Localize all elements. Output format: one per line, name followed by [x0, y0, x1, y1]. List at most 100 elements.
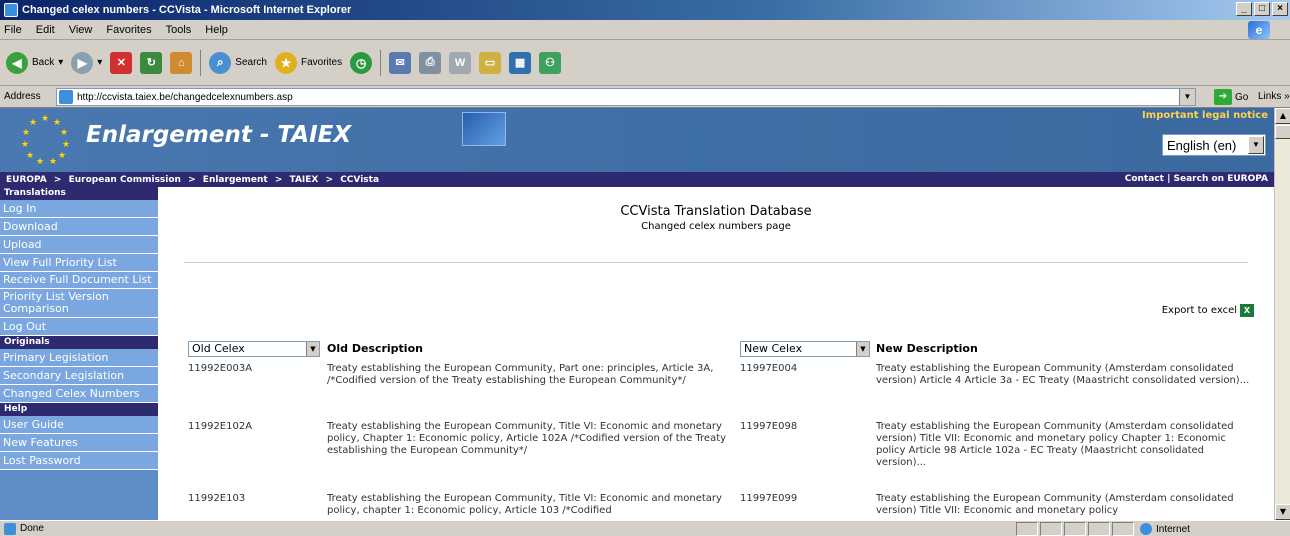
address-url: http://ccvista.taiex.be/changedcelexnumb… [77, 91, 293, 103]
menu-bar: File Edit View Favorites Tools Help e [0, 20, 1290, 40]
sidebar-item-download[interactable]: Download [0, 218, 158, 236]
sidebar-item-primary-legislation[interactable]: Primary Legislation [0, 349, 158, 367]
legal-notice-link[interactable]: Important legal notice [1142, 110, 1268, 121]
web-page: ★ ★ ★ ★ ★ ★ ★ ★ ★ ★ ★ Enlargement - TAIE… [0, 108, 1274, 520]
sidebar-item-secondary-legislation[interactable]: Secondary Legislation [0, 367, 158, 385]
search-icon: ⌕ [209, 51, 232, 74]
address-input[interactable]: http://ccvista.taiex.be/changedcelexnumb… [56, 88, 1196, 106]
scroll-thumb[interactable] [1275, 125, 1290, 139]
go-button[interactable]: ➔ Go [1214, 89, 1248, 105]
breadcrumb-commission[interactable]: European Commission [69, 175, 181, 185]
chevron-down-icon[interactable]: ▼ [1179, 89, 1195, 105]
breadcrumb-taiex[interactable]: TAIEX [290, 175, 319, 185]
minimize-button[interactable]: _ [1236, 2, 1252, 16]
status-text: Done [20, 523, 44, 534]
new-celex-cell: 11997E099 [740, 493, 798, 504]
address-label: Address [4, 91, 41, 102]
home-icon[interactable]: ⌂ [170, 51, 193, 74]
sidebar-item-lost-password[interactable]: Lost Password [0, 452, 158, 470]
old-description-header: Old Description [327, 342, 423, 355]
sidebar-item-view-priority-list[interactable]: View Full Priority List [0, 254, 158, 272]
window-titlebar: Changed celex numbers - CCVista - Micros… [0, 0, 1290, 20]
forward-button[interactable]: ▶ ▾ [71, 51, 102, 74]
language-select[interactable]: English (en) ▼ [1162, 134, 1266, 156]
ie-page-icon [4, 3, 18, 17]
address-bar: Address http://ccvista.taiex.be/changedc… [0, 86, 1290, 108]
status-bar: Done Internet [0, 520, 1290, 536]
sidebar-item-receive-document-list[interactable]: Receive Full Document List [0, 272, 158, 289]
mail-icon[interactable]: ✉ [389, 51, 412, 74]
sidebar-item-priority-comparison[interactable]: Priority List Version Comparison [0, 289, 158, 318]
new-celex-select[interactable]: New Celex ▼ [740, 341, 870, 357]
star-icon: ★ [274, 51, 297, 74]
old-celex-cell: 11992E103 [188, 493, 246, 504]
sidebar-item-changed-celex[interactable]: Changed Celex Numbers [0, 385, 158, 403]
menu-help[interactable]: Help [205, 24, 228, 36]
back-button[interactable]: ◀ Back ▾ [6, 51, 63, 74]
export-excel-link[interactable]: Export to excel X [1162, 304, 1254, 317]
new-description-cell: Treaty establishing the European Communi… [876, 421, 1234, 468]
vertical-scrollbar[interactable]: ▲ ▼ [1274, 108, 1290, 520]
contact-link[interactable]: Contact [1125, 174, 1164, 184]
search-europa-link[interactable]: Search on EUROPA [1174, 174, 1268, 184]
messenger-icon[interactable]: ⚇ [539, 51, 562, 74]
menu-edit[interactable]: Edit [36, 24, 55, 36]
page-done-icon [4, 522, 16, 535]
windows-logo-icon: e [1248, 21, 1270, 39]
search-button[interactable]: ⌕ Search [209, 51, 267, 74]
status-panel [1040, 522, 1062, 536]
close-button[interactable]: × [1272, 2, 1288, 16]
breadcrumb-ccvista[interactable]: CCVista [340, 175, 379, 185]
chevron-down-icon: ▼ [1248, 136, 1264, 154]
edit-icon[interactable]: W [449, 51, 472, 74]
old-celex-select[interactable]: Old Celex ▼ [188, 341, 320, 357]
sidebar-item-user-guide[interactable]: User Guide [0, 416, 158, 434]
links-button[interactable]: Links » [1258, 91, 1290, 102]
research-icon[interactable]: ▦ [509, 51, 532, 74]
breadcrumb-separator: > [274, 174, 283, 185]
divider [184, 262, 1248, 263]
excel-icon: X [1240, 304, 1254, 317]
favorites-button[interactable]: ★ Favorites [274, 51, 342, 74]
breadcrumb-enlargement[interactable]: Enlargement [203, 175, 268, 185]
chevron-down-icon: ▼ [306, 342, 319, 356]
main-content: CCVista Translation Database Changed cel… [158, 187, 1274, 520]
link-separator: | [1167, 174, 1171, 184]
status-panel [1016, 522, 1038, 536]
browser-toolbar: ◀ Back ▾ ▶ ▾ ✕ ↻ ⌂ ⌕ Search ★ Favorites ◷ … [0, 40, 1290, 86]
menu-file[interactable]: File [4, 24, 22, 36]
maximize-button[interactable]: □ [1254, 2, 1270, 16]
go-arrow-icon: ➔ [1214, 89, 1232, 105]
old-celex-cell: 11992E102A [188, 421, 253, 432]
old-celex-cell: 11992E003A [188, 363, 253, 374]
old-description-cell: Treaty establishing the European Communi… [327, 363, 714, 386]
scroll-down-icon[interactable]: ▼ [1275, 504, 1290, 520]
breadcrumb-europa[interactable]: EUROPA [6, 175, 47, 185]
chevron-down-icon: ▼ [856, 342, 869, 356]
site-banner: ★ ★ ★ ★ ★ ★ ★ ★ ★ ★ ★ Enlargement - TAIE… [0, 108, 1274, 172]
new-celex-cell: 11997E004 [740, 363, 798, 374]
refresh-icon[interactable]: ↻ [140, 51, 163, 74]
menu-view[interactable]: View [69, 24, 93, 36]
breadcrumb: EUROPA > European Commission > Enlargeme… [0, 172, 1274, 187]
scroll-up-icon[interactable]: ▲ [1275, 108, 1290, 124]
stop-icon[interactable]: ✕ [110, 51, 133, 74]
history-icon[interactable]: ◷ [350, 51, 373, 74]
folder-icon[interactable]: ▭ [479, 51, 502, 74]
page-title: CCVista Translation Database [620, 204, 812, 219]
toolbar-separator [200, 49, 202, 76]
page-icon [59, 90, 73, 104]
sidebar-header-originals: Originals [0, 336, 158, 349]
print-icon[interactable]: ⎙ [419, 51, 442, 74]
menu-favorites[interactable]: Favorites [106, 24, 151, 36]
breadcrumb-separator: > [53, 174, 62, 185]
sidebar-item-new-features[interactable]: New Features [0, 434, 158, 452]
old-description-cell: Treaty establishing the European Communi… [327, 493, 722, 516]
status-panel [1064, 522, 1086, 536]
sidebar-item-upload[interactable]: Upload [0, 236, 158, 254]
zone-label: Internet [1156, 523, 1190, 535]
menu-tools[interactable]: Tools [166, 24, 192, 36]
sidebar-item-logout[interactable]: Log Out [0, 318, 158, 336]
sidebar-item-login[interactable]: Log In [0, 200, 158, 218]
new-description-header: New Description [876, 342, 978, 355]
